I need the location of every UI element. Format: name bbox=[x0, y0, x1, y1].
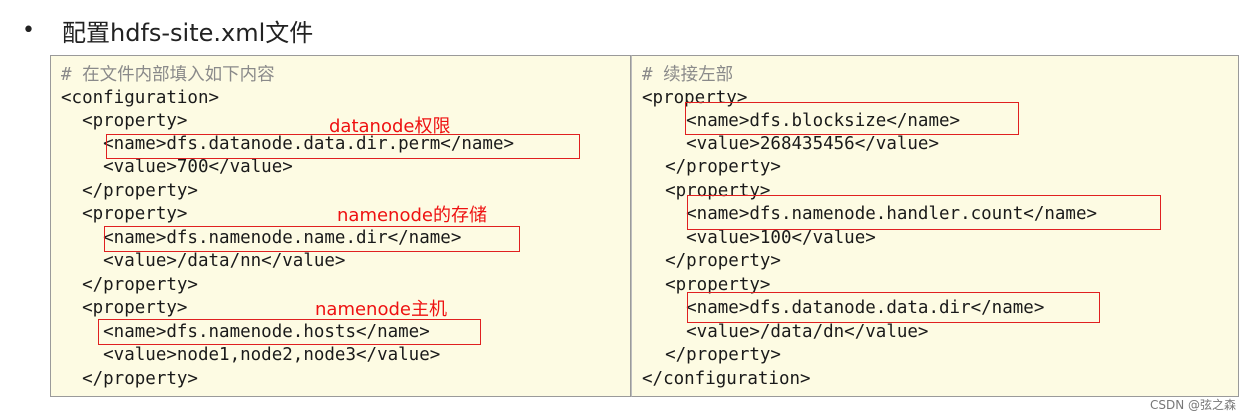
heading-title: 配置hdfs-site.xml文件 bbox=[62, 18, 314, 47]
code-line: </property> bbox=[644, 345, 781, 365]
code-line: </property> bbox=[644, 251, 781, 271]
code-line: <value>node1,node2,node3</value> bbox=[61, 345, 441, 365]
code-line: <property> bbox=[61, 111, 188, 131]
watermark: CSDN @弦之森 bbox=[1149, 398, 1236, 412]
code-line: <property> bbox=[61, 298, 188, 318]
highlight-box-handler-count bbox=[687, 195, 1161, 230]
code-line: <value>100</value> bbox=[644, 228, 876, 248]
code-line: </property> bbox=[61, 369, 198, 389]
code-line: </property> bbox=[644, 157, 781, 177]
code-line: <value>700</value> bbox=[61, 157, 293, 177]
annotation-namenode-hosts: namenode主机 bbox=[315, 299, 447, 320]
code-line: <configuration> bbox=[61, 88, 220, 108]
bullet-icon: • bbox=[22, 17, 35, 43]
right-code-panel: # 续接左部 <property> <name>dfs.blocksize</n… bbox=[631, 55, 1239, 397]
code-comment: # 在文件内部填入如下内容 bbox=[61, 65, 275, 85]
annotation-datanode-permission: datanode权限 bbox=[329, 116, 451, 137]
highlight-box-namenode-hosts bbox=[98, 319, 481, 345]
left-code-panel: # 在文件内部填入如下内容 <configuration> <property>… bbox=[50, 55, 631, 397]
highlight-box-namenode-name-dir bbox=[104, 226, 520, 252]
code-line: <value>/data/dn</value> bbox=[644, 322, 929, 342]
code-line: </property> bbox=[61, 181, 198, 201]
code-line: <value>/data/nn</value> bbox=[61, 251, 346, 271]
code-line: <value>268435456</value> bbox=[644, 134, 940, 154]
highlight-box-blocksize bbox=[685, 102, 1019, 135]
annotation-namenode-storage: namenode的存储 bbox=[337, 205, 487, 226]
section-heading: • 配置hdfs-site.xml文件 bbox=[18, 12, 313, 48]
code-line: <property> bbox=[61, 204, 188, 224]
code-comment: # 续接左部 bbox=[642, 65, 734, 85]
code-line: </configuration> bbox=[642, 369, 811, 389]
highlight-box-datanode-data-dir bbox=[687, 292, 1100, 323]
code-line: </property> bbox=[61, 275, 198, 295]
